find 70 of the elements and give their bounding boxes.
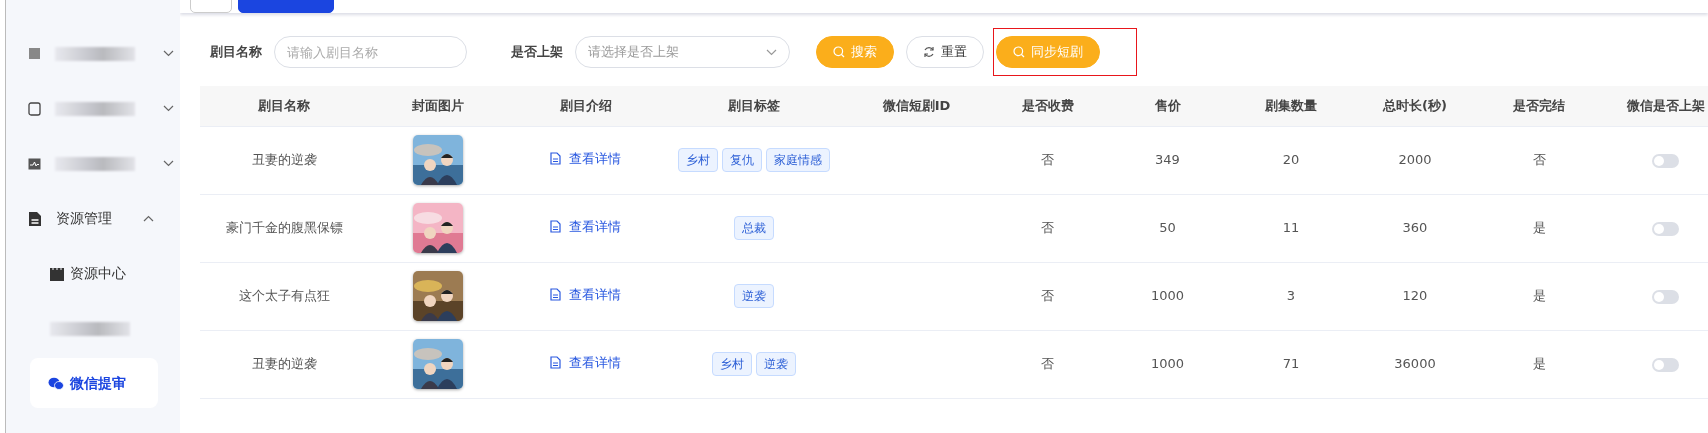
- table-cell: 1000: [1106, 262, 1229, 330]
- chart-icon: [28, 157, 41, 170]
- toggle-switch[interactable]: [1652, 289, 1679, 304]
- detail-link[interactable]: 查看详情: [550, 353, 621, 373]
- column-header: 剧目介绍: [508, 86, 663, 126]
- detail-link[interactable]: 查看详情: [550, 285, 621, 305]
- table-cell: 1000: [1106, 330, 1229, 398]
- submenu-item[interactable]: 资源中心: [6, 246, 180, 301]
- toggle-switch[interactable]: [1652, 357, 1679, 372]
- search-icon: [1013, 46, 1025, 58]
- table-cell: 否: [989, 194, 1106, 262]
- table-cell: 是: [1477, 262, 1601, 330]
- table-cell: 11: [1229, 194, 1353, 262]
- column-header: 售价: [1106, 86, 1229, 126]
- submenu-item[interactable]: 微信提审: [30, 358, 158, 408]
- table-cell: 是: [1477, 330, 1601, 398]
- tag: 乡村: [677, 148, 718, 172]
- document-icon: [28, 210, 42, 227]
- search-icon: [833, 46, 845, 58]
- chevron-icon: [766, 48, 777, 56]
- column-header: 微信短剧ID: [844, 86, 989, 126]
- table-cell: 50: [1106, 194, 1229, 262]
- column-header: 封面图片: [368, 86, 508, 126]
- table-cell: 丑妻的逆袭: [200, 126, 368, 194]
- column-header: 是否完结: [1477, 86, 1601, 126]
- toggle-switch[interactable]: [1652, 153, 1679, 168]
- column-header: 剧目名称: [200, 86, 368, 126]
- table-cell: 否: [1477, 126, 1601, 194]
- document-icon: [550, 152, 561, 166]
- film-icon: [50, 266, 64, 281]
- table-cell: 丑妻的逆袭: [200, 330, 368, 398]
- detail-link[interactable]: 查看详情: [550, 217, 621, 237]
- column-header: 总时长(秒): [1353, 86, 1477, 126]
- column-header: 剧目标签: [663, 86, 844, 126]
- detail-link[interactable]: 查看详情: [550, 149, 621, 169]
- toggle-switch[interactable]: [1652, 221, 1679, 236]
- table-cell: 否: [989, 330, 1106, 398]
- table-cell: 3: [1229, 262, 1353, 330]
- table-cell: 349: [1106, 126, 1229, 194]
- column-header: 剧集数量: [1229, 86, 1353, 126]
- field-label: 是否上架: [511, 43, 563, 62]
- table-cell: 36000: [1353, 330, 1477, 398]
- sidebar-item[interactable]: 资源管理: [6, 191, 180, 246]
- tag: 总裁: [733, 216, 774, 240]
- tag: 乡村: [711, 352, 752, 376]
- field-label: 剧目名称: [210, 43, 262, 62]
- input-field[interactable]: 请输入剧目名称: [274, 36, 467, 68]
- table-cell: 20: [1229, 126, 1353, 194]
- table-cell: 否: [989, 126, 1106, 194]
- chat-bubbles-icon: [48, 376, 64, 390]
- tag: 复仇: [721, 148, 762, 172]
- tag: 家庭情感: [765, 148, 830, 172]
- document-icon: [550, 356, 561, 370]
- table-cell: 否: [989, 262, 1106, 330]
- table-cell: 2000: [1353, 126, 1477, 194]
- tag: 逆袭: [733, 284, 774, 308]
- square-icon: [28, 47, 41, 60]
- table-cell: 是: [1477, 194, 1601, 262]
- document-icon: [550, 288, 561, 302]
- document-icon: [550, 220, 561, 234]
- table-cell: 豪门千金的腹黑保镖: [200, 194, 368, 262]
- tag: 逆袭: [755, 352, 796, 376]
- refresh-icon: [923, 46, 935, 58]
- column-header: 是否收费: [989, 86, 1106, 126]
- table-cell: 这个太子有点狂: [200, 262, 368, 330]
- column-header: 微信是否上架: [1601, 86, 1708, 126]
- table-cell: 71: [1229, 330, 1353, 398]
- table-cell: 120: [1353, 262, 1477, 330]
- button[interactable]: 重置: [906, 36, 984, 68]
- table-cell: 360: [1353, 194, 1477, 262]
